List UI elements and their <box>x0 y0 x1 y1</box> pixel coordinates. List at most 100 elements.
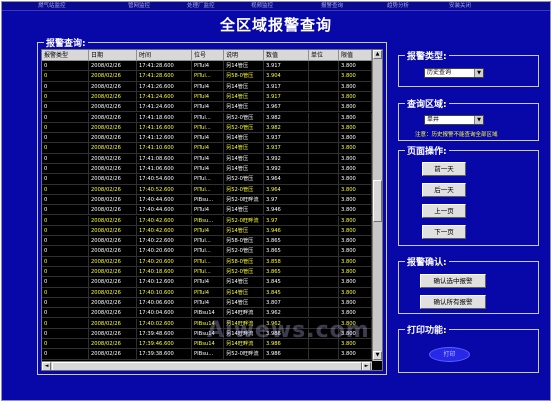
chevron-down-icon[interactable]: ▼ <box>474 69 483 77</box>
cell-unit <box>309 308 339 319</box>
cell-limit: 3.800 <box>339 174 372 185</box>
query-area-selected: 单井 <box>427 116 440 123</box>
nav-item-video[interactable]: 视频监控 <box>251 2 273 11</box>
confirm-all-alarms-button[interactable]: 确认所有报警 <box>420 295 486 309</box>
vertical-scrollbar[interactable]: ▲ ▼ <box>372 50 382 361</box>
cell-desc: 另52-0管压 <box>224 184 264 195</box>
cell-tag: PIBsu... <box>192 349 224 360</box>
table-row[interactable]: 0 2008/02/26 17:41:26.600 PITul4 另14管压 3.917 3… <box>42 81 372 92</box>
col-header-value[interactable]: 数值 <box>264 50 309 61</box>
print-title: 打印功能: <box>405 323 449 336</box>
cell-unit <box>309 153 339 164</box>
table-row[interactable]: 0 2008/02/26 17:40:52.600 PITul... 另52-0管压 3.… <box>42 184 372 195</box>
table-row[interactable]: 0 2008/02/26 17:40:18.600 PITul... 另52-0管压 3.… <box>42 267 372 278</box>
col-header-type[interactable]: 报警类型 <box>42 50 89 61</box>
cell-limit: 3.800 <box>339 308 372 319</box>
horizontal-scrollbar[interactable]: ◄ ► <box>42 361 372 370</box>
cell-type: 0 <box>42 61 89 72</box>
cell-date: 2008/02/26 <box>89 102 137 113</box>
cell-limit: 3.800 <box>339 102 372 113</box>
table-row[interactable]: 0 2008/02/26 17:40:12.600 PITul4 另14管压 3.845 3… <box>42 277 372 288</box>
table-header: 报警类型 日期 时间 位号 说明 数值 单位 限值 <box>42 50 372 61</box>
cell-desc: 另14管压 <box>224 91 264 103</box>
query-area-note: 注意：历史报警不能查询全部区域 <box>415 132 498 138</box>
table-row[interactable]: 0 2008/02/26 17:40:44.600 PIBsu... 另52-0旺畔流 3… <box>42 194 372 206</box>
cell-limit: 3.800 <box>339 246 372 257</box>
prev-page-button[interactable]: 上一页 <box>422 204 466 218</box>
alarm-confirm-title: 报警确认: <box>405 255 449 268</box>
horizontal-scroll-thumb[interactable] <box>52 362 362 370</box>
table-row[interactable]: 0 2008/02/26 17:40:42.600 PIBsu... 另52-0旺畔流 3… <box>42 215 372 226</box>
table-row[interactable]: 0 2008/02/26 17:40:22.600 PITul... 另58-0管压 3.… <box>42 236 372 247</box>
table-row[interactable]: 0 2008/02/26 17:41:06.600 PITul4 另14管压 3.992 3… <box>42 164 372 175</box>
col-header-limit[interactable]: 限值 <box>339 50 372 61</box>
confirm-selected-alarm-button[interactable]: 确认选中报警 <box>420 274 486 288</box>
cell-value: 3.97 <box>264 194 309 206</box>
table-row[interactable]: 0 2008/02/26 17:41:24.600 PITul4 另14管压 3.917 3… <box>42 91 372 103</box>
nav-item-trend[interactable]: 趋势分析 <box>387 2 409 11</box>
cell-limit: 3.800 <box>339 122 372 134</box>
table-row[interactable]: 0 2008/02/26 17:41:18.600 PITul... 另52-0管压 3.… <box>42 112 372 123</box>
cell-time: 17:41:12.600 <box>137 133 192 144</box>
cell-value: 3.982 <box>264 122 309 134</box>
cell-unit <box>309 164 339 175</box>
prev-day-button[interactable]: 前一天 <box>422 162 466 176</box>
scroll-up-arrow-icon[interactable]: ▲ <box>373 50 382 59</box>
table-row[interactable]: 0 2008/02/26 17:40:54.600 PITul... 另52-0管压 3.… <box>42 174 372 185</box>
nav-item-gas-station[interactable]: 燃气站监控 <box>38 2 66 11</box>
nav-item-close[interactable]: 安装关闭 <box>449 2 471 11</box>
query-area-select[interactable]: 单井 ▼ <box>424 115 484 125</box>
col-header-date[interactable]: 日期 <box>89 50 137 61</box>
cell-unit <box>309 277 339 288</box>
print-button[interactable]: 打印 <box>429 347 470 362</box>
cell-value: 3.964 <box>264 174 309 185</box>
cell-unit <box>309 91 339 103</box>
cell-tag: PITul4 <box>192 81 224 92</box>
table-row[interactable]: 0 2008/02/26 17:41:28.600 PITul... 另58-0管压 3.… <box>42 71 372 82</box>
table-row[interactable]: 0 2008/02/26 17:41:12.600 PITul4 另14管压 3.937 3… <box>42 133 372 144</box>
table-row[interactable]: 0 2008/02/26 17:40:20.600 PITul... 另52-0管压 3.… <box>42 246 372 257</box>
scroll-left-arrow-icon[interactable]: ◄ <box>42 362 51 370</box>
cell-type: 0 <box>42 81 89 92</box>
chevron-down-icon[interactable]: ▼ <box>474 116 483 124</box>
table-row[interactable]: 0 2008/02/26 17:41:08.600 PITul4 另14管压 3.992 3… <box>42 153 372 164</box>
col-header-unit[interactable]: 单位 <box>309 50 339 61</box>
alarm-type-title: 报警类型: <box>405 49 449 62</box>
cell-date: 2008/02/26 <box>89 71 137 82</box>
nav-item-alarm-query[interactable]: 报警查询 <box>321 2 343 11</box>
cell-value: 3.97 <box>264 215 309 226</box>
table-row[interactable]: 0 2008/02/26 17:40:42.600 PITul4 另14管压 3.946 3… <box>42 225 372 237</box>
table-row[interactable]: 0 2008/02/26 17:40:44.600 PITul4 另14管压 3.946 3… <box>42 205 372 216</box>
col-header-tag[interactable]: 位号 <box>192 50 224 61</box>
table-row[interactable]: 0 2008/02/26 17:40:20.600 PITul... 另58-0管压 3.… <box>42 256 372 267</box>
cell-limit: 3.800 <box>339 153 372 164</box>
table-row[interactable]: 0 2008/02/26 17:40:04.600 PIBsu14 另14旺畔流 3.96… <box>42 308 372 319</box>
cell-limit: 3.800 <box>339 71 372 82</box>
table-row[interactable]: 0 2008/02/26 17:41:10.600 PITul4 另14管压 3.937 3… <box>42 143 372 154</box>
table-row[interactable]: 0 2008/02/26 17:41:16.600 PITul... 另52-0管压 3.… <box>42 122 372 134</box>
table-row[interactable]: 0 2008/02/26 17:41:24.600 PITul4 另14管压 3.967 3… <box>42 102 372 113</box>
scroll-down-arrow-icon[interactable]: ▼ <box>373 351 382 360</box>
cell-date: 2008/02/26 <box>89 91 137 103</box>
vertical-scroll-thumb[interactable] <box>373 180 382 222</box>
scroll-right-arrow-icon[interactable]: ► <box>362 362 371 370</box>
table-row[interactable]: 0 2008/02/26 17:40:06.600 PITul4 另14管压 3.807 3… <box>42 297 372 309</box>
table-row[interactable]: 0 2008/02/26 17:39:38.600 PIBsu... 另52-0旺畔流 3… <box>42 349 372 360</box>
cell-desc: 另58-0管压 <box>224 236 264 247</box>
cell-unit <box>309 349 339 360</box>
table-row[interactable]: 0 2008/02/26 17:40:10.600 PITul4 另14管压 3.845 3… <box>42 287 372 298</box>
next-day-button[interactable]: 后一天 <box>422 183 466 197</box>
cell-tag: PITul... <box>192 122 224 134</box>
cell-type: 0 <box>42 71 89 82</box>
col-header-desc[interactable]: 说明 <box>224 50 264 61</box>
nav-item-treatment-plant[interactable]: 处理厂监控 <box>187 2 215 11</box>
alarm-type-select[interactable]: 历史查询 ▼ <box>424 68 484 78</box>
nav-item-pipe-network[interactable]: 管网监控 <box>128 2 150 11</box>
cell-value: 3.845 <box>264 287 309 298</box>
cell-date: 2008/02/26 <box>89 308 137 319</box>
cell-time: 17:41:28.600 <box>137 61 192 72</box>
next-page-button[interactable]: 下一页 <box>422 225 466 239</box>
table-row[interactable]: 0 2008/02/26 17:41:28.600 PITul4 另14管压 3.917 3… <box>42 61 372 72</box>
cell-time: 17:39:46.600 <box>137 339 192 350</box>
col-header-time[interactable]: 时间 <box>137 50 192 61</box>
